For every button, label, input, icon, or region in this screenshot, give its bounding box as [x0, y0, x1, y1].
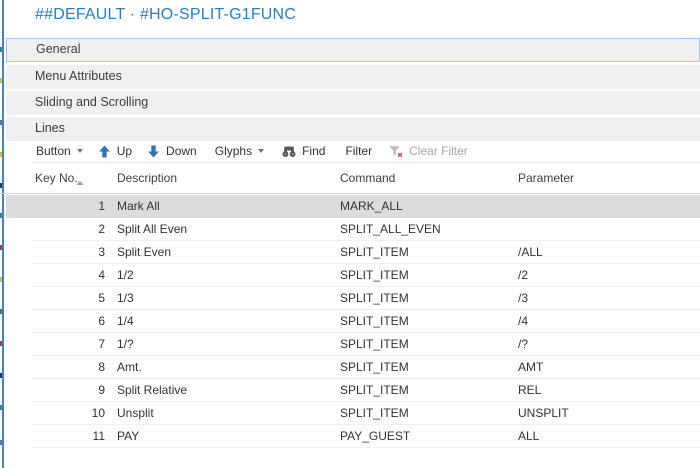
glyphs-menu-label: Glyphs — [215, 140, 252, 162]
find-button[interactable]: Find — [282, 140, 325, 162]
cell-parameter: /ALL — [518, 241, 543, 264]
table-row[interactable]: 11 PAY PAY_GUEST ALL — [0, 425, 700, 448]
cell-command: SPLIT_ALL_EVEN — [340, 218, 441, 241]
glyphs-menu-button[interactable]: Glyphs — [215, 140, 264, 162]
binoculars-icon — [282, 145, 296, 158]
cell-command: SPLIT_ITEM — [340, 287, 409, 310]
cell-description: Mark All — [117, 195, 160, 218]
column-header-key-no[interactable]: Key No. — [35, 171, 78, 185]
cell-key-no: 10 — [35, 402, 105, 425]
cell-description: Amt. — [117, 356, 142, 379]
cell-description: 1/? — [117, 333, 134, 356]
move-down-label: Down — [166, 140, 197, 162]
cell-key-no: 5 — [35, 287, 105, 310]
table-row[interactable]: 2 Split All Even SPLIT_ALL_EVEN — [0, 218, 700, 241]
clear-filter-label: Clear Filter — [409, 140, 468, 162]
toolbar-separator — [32, 162, 700, 163]
filter-button[interactable]: Filter — [345, 140, 372, 162]
cell-description: 1/3 — [117, 287, 134, 310]
section-label: Lines — [35, 121, 65, 135]
section-header-menu-attributes[interactable]: Menu Attributes — [6, 65, 700, 89]
cell-parameter: /3 — [518, 287, 528, 310]
table-row[interactable]: 9 Split Relative SPLIT_ITEM REL — [0, 379, 700, 402]
cell-description: PAY — [117, 425, 139, 448]
cell-command: SPLIT_ITEM — [340, 241, 409, 264]
table-row[interactable]: 7 1/? SPLIT_ITEM /? — [0, 333, 700, 356]
cell-parameter: /2 — [518, 264, 528, 287]
cell-description: 1/2 — [117, 264, 134, 287]
column-header-parameter[interactable]: Parameter — [518, 171, 574, 185]
table-row[interactable]: 3 Split Even SPLIT_ITEM/ALL — [0, 241, 700, 264]
section-label: Sliding and Scrolling — [35, 95, 148, 109]
table-row[interactable]: 8 Amt. SPLIT_ITEM AMT — [0, 356, 700, 379]
section-label: General — [36, 42, 80, 56]
section-header-general[interactable]: General — [6, 38, 700, 62]
cell-command: SPLIT_ITEM — [340, 402, 409, 425]
cell-key-no: 6 — [35, 310, 105, 333]
page-window: ##DEFAULT · #HO-SPLIT-G1FUNC General Men… — [0, 0, 700, 468]
section-header-sliding-and-scrolling[interactable]: Sliding and Scrolling — [6, 91, 700, 115]
move-up-button[interactable]: Up — [98, 140, 132, 162]
cell-parameter: REL — [518, 379, 541, 402]
cell-parameter: ALL — [518, 425, 539, 448]
cell-key-no: 4 — [35, 264, 105, 287]
chevron-down-icon — [77, 149, 83, 153]
table-header: Key No. Description Command Parameter — [0, 165, 700, 194]
page-title: ##DEFAULT · #HO-SPLIT-G1FUNC — [35, 6, 296, 24]
clear-filter-icon — [389, 145, 403, 158]
cell-key-no: 1 — [35, 195, 105, 218]
cell-key-no: 11 — [35, 425, 105, 448]
column-header-description[interactable]: Description — [117, 171, 177, 185]
cell-command: SPLIT_ITEM — [340, 310, 409, 333]
cell-parameter: /? — [518, 333, 528, 356]
cell-command: SPLIT_ITEM — [340, 333, 409, 356]
cell-command: SPLIT_ITEM — [340, 264, 409, 287]
section-header-lines[interactable]: Lines — [6, 117, 700, 141]
arrow-up-icon — [98, 145, 111, 158]
cell-description: Split All Even — [117, 218, 187, 241]
cell-key-no: 8 — [35, 356, 105, 379]
cell-parameter: AMT — [518, 356, 543, 379]
table-row[interactable]: 6 1/4 SPLIT_ITEM/4 — [0, 310, 700, 333]
cell-description: Split Relative — [117, 379, 187, 402]
button-menu-button[interactable]: Button — [36, 140, 83, 162]
cell-description: Split Even — [117, 241, 171, 264]
table-row[interactable]: 1 Mark All MARK_ALL — [0, 195, 700, 218]
column-header-command[interactable]: Command — [340, 171, 395, 185]
cell-key-no: 2 — [35, 218, 105, 241]
cell-command: SPLIT_ITEM — [340, 356, 409, 379]
cell-parameter: /4 — [518, 310, 528, 333]
cell-description: Unsplit — [117, 402, 154, 425]
section-label: Menu Attributes — [35, 69, 122, 83]
find-label: Find — [302, 140, 325, 162]
cell-key-no: 3 — [35, 241, 105, 264]
cell-parameter: UNSPLIT — [518, 402, 569, 425]
move-down-button[interactable]: Down — [147, 140, 197, 162]
cell-key-no: 9 — [35, 379, 105, 402]
table-row[interactable]: 4 1/2 SPLIT_ITEM/2 — [0, 264, 700, 287]
clear-filter-button[interactable]: Clear Filter — [389, 140, 468, 162]
chevron-down-icon — [258, 149, 264, 153]
filter-label: Filter — [345, 140, 372, 162]
table-row[interactable]: 5 1/3 SPLIT_ITEM/3 — [0, 287, 700, 310]
lines-toolbar: Button Up Down Glyphs Find — [36, 140, 468, 162]
cell-command: SPLIT_ITEM — [340, 379, 409, 402]
move-up-label: Up — [117, 140, 132, 162]
grid-body: 1 Mark All MARK_ALL 2 Split All Even SPLIT_AL… — [0, 195, 700, 448]
table-row[interactable]: 10 Unsplit SPLIT_ITEM UNSPLIT — [0, 402, 700, 425]
sort-ascending-icon — [76, 181, 84, 185]
button-menu-label: Button — [36, 140, 71, 162]
cell-description: 1/4 — [117, 310, 134, 333]
cell-command: PAY_GUEST — [340, 425, 410, 448]
arrow-down-icon — [147, 145, 160, 158]
cell-command: MARK_ALL — [340, 195, 403, 218]
cell-key-no: 7 — [35, 333, 105, 356]
